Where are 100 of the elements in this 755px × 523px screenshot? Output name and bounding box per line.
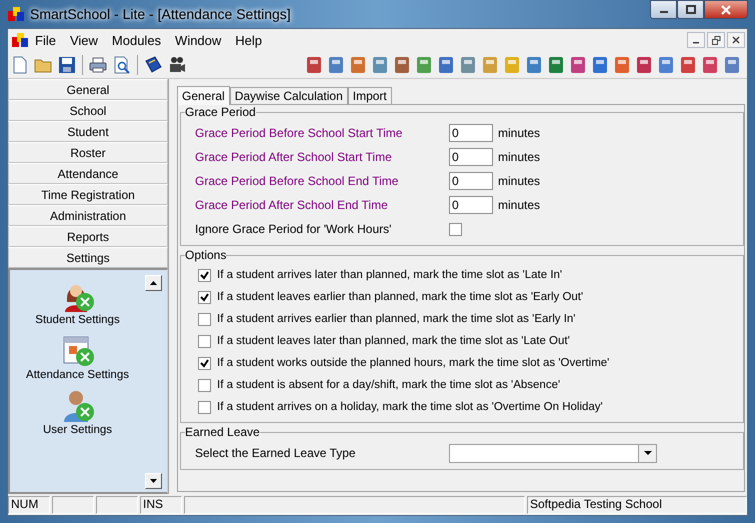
minimize-button[interactable] [650,0,677,19]
tile-icon[interactable] [415,56,433,74]
close-icon [721,4,731,14]
maximize-icon [686,5,696,14]
field-label: Grace Period After School End Time [195,198,389,212]
checkbox[interactable] [198,356,211,370]
document-icon[interactable] [12,56,28,74]
tile-icon[interactable] [525,56,543,74]
tile-icon[interactable] [591,56,609,74]
tile-icon[interactable] [437,56,455,74]
tile-icon[interactable] [657,56,675,74]
checkbox-label: If a student leaves earlier than planned, mark the time slot as 'Early Out' [217,291,584,303]
printer-icon[interactable] [89,56,107,74]
tile-icon[interactable] [327,56,345,74]
tile-icon[interactable] [481,56,499,74]
nav-button[interactable]: Time Registration [8,184,168,205]
settings-link[interactable]: Attendance Settings [26,369,129,381]
book-icon[interactable] [144,56,162,74]
settings-link[interactable]: User Settings [42,424,112,436]
caret-icon [644,451,652,455]
checkbox-label: If a student is absent for a day/shift, mark the time slot as 'Absence' [217,379,560,391]
down-arrow-icon [150,479,157,483]
checkbox[interactable] [198,268,211,282]
restore-button[interactable] [707,32,725,48]
nav-button[interactable]: Attendance [8,163,168,184]
checkbox-label: If a student arrives earlier than planned, mark the time slot as 'Early In' [217,313,576,325]
checkbox[interactable] [198,334,211,348]
group-title: Grace Period [185,105,256,119]
checkbox[interactable] [198,312,211,326]
up-arrow-icon [150,281,157,285]
tile-icon[interactable] [635,56,653,74]
checkbox-label: If a student arrives on a holiday, mark the time slot as 'Overtime On Holiday' [217,401,603,413]
status-num: NUM [8,496,50,514]
status-pane [96,496,138,514]
nav-button[interactable]: Reports [8,226,168,247]
group-title: Options [185,248,226,262]
checkbox[interactable] [449,222,462,236]
menu-item[interactable]: File [28,32,63,48]
menu-item[interactable]: Modules [104,32,168,48]
print-preview-icon[interactable] [113,56,131,74]
unit-label: minutes [498,150,540,164]
status-pane [52,496,94,514]
tile-icon[interactable] [613,56,631,74]
menu-item[interactable]: Help [228,32,270,48]
nav-button[interactable]: Roster [8,142,168,163]
tile-icon[interactable] [459,56,477,74]
tab[interactable]: Import [348,87,392,104]
tile-icon[interactable] [723,56,741,74]
tab[interactable]: General [177,86,230,105]
group-title: Earned Leave [185,425,260,439]
checkbox-label: Ignore Grace Period for 'Work Hours' [195,222,392,236]
field-label: Select the Earned Leave Type [195,446,357,460]
nav-button[interactable]: General [8,79,168,100]
app-logo-icon [8,7,24,21]
checkbox[interactable] [198,378,211,392]
tile-icon[interactable] [569,56,587,74]
menu-item[interactable]: View [62,32,105,48]
close-icon [732,36,740,44]
checkbox-label: If a student leaves later than planned, mark the time slot as 'Late Out' [217,335,570,347]
camera-icon[interactable] [168,56,186,74]
close-button[interactable] [727,32,745,48]
minutes-field[interactable]: 0 [449,148,493,166]
checkbox[interactable] [198,290,211,304]
checkbox-label: If a student works outside the planned hours, mark the time slot as 'Overtime' [217,357,610,369]
tab[interactable]: Daywise Calculation [230,87,348,104]
status-school: Softpedia Testing School [527,496,747,514]
nav-button[interactable]: Administration [8,205,168,226]
tile-icon[interactable] [547,56,565,74]
minutes-field[interactable]: 0 [449,196,493,214]
nav-button[interactable]: Student [8,121,168,142]
nav-button[interactable]: School [8,100,168,121]
settings-link[interactable]: Student Settings [35,314,120,326]
tile-icon[interactable] [305,56,323,74]
minutes-field[interactable]: 0 [449,172,493,190]
leave-type-dropdown[interactable] [449,444,657,462]
tile-icon[interactable] [679,56,697,74]
tile-icon[interactable] [371,56,389,74]
minutes-field[interactable]: 0 [449,124,493,142]
field-label: Grace Period Before School End Time [195,174,400,188]
unit-label: minutes [498,198,540,212]
field-label: Grace Period Before School Start Time [195,126,404,140]
checkbox[interactable] [198,400,211,414]
nav-button[interactable]: Settings [8,247,168,268]
tile-icon[interactable] [701,56,719,74]
scroll-up-button[interactable] [145,275,162,291]
menu-item[interactable]: Window [168,32,228,48]
tile-icon[interactable] [393,56,411,74]
scroll-down-button[interactable] [145,473,162,489]
tile-icon[interactable] [349,56,367,74]
maximize-button[interactable] [677,0,704,19]
unit-label: minutes [498,126,540,140]
field-label: Grace Period After School Start Time [195,150,393,164]
app-logo-icon [12,33,28,47]
minimize-button[interactable] [687,32,705,48]
window-title: SmartSchool - Lite - [Attendance Settings] [30,6,291,22]
tile-icon[interactable] [503,56,521,74]
save-icon[interactable] [58,56,76,74]
restore-icon [712,36,720,44]
checkbox-label: If a student arrives later than planned, mark the time slot as 'Late In' [217,269,562,281]
close-button[interactable] [704,0,748,19]
